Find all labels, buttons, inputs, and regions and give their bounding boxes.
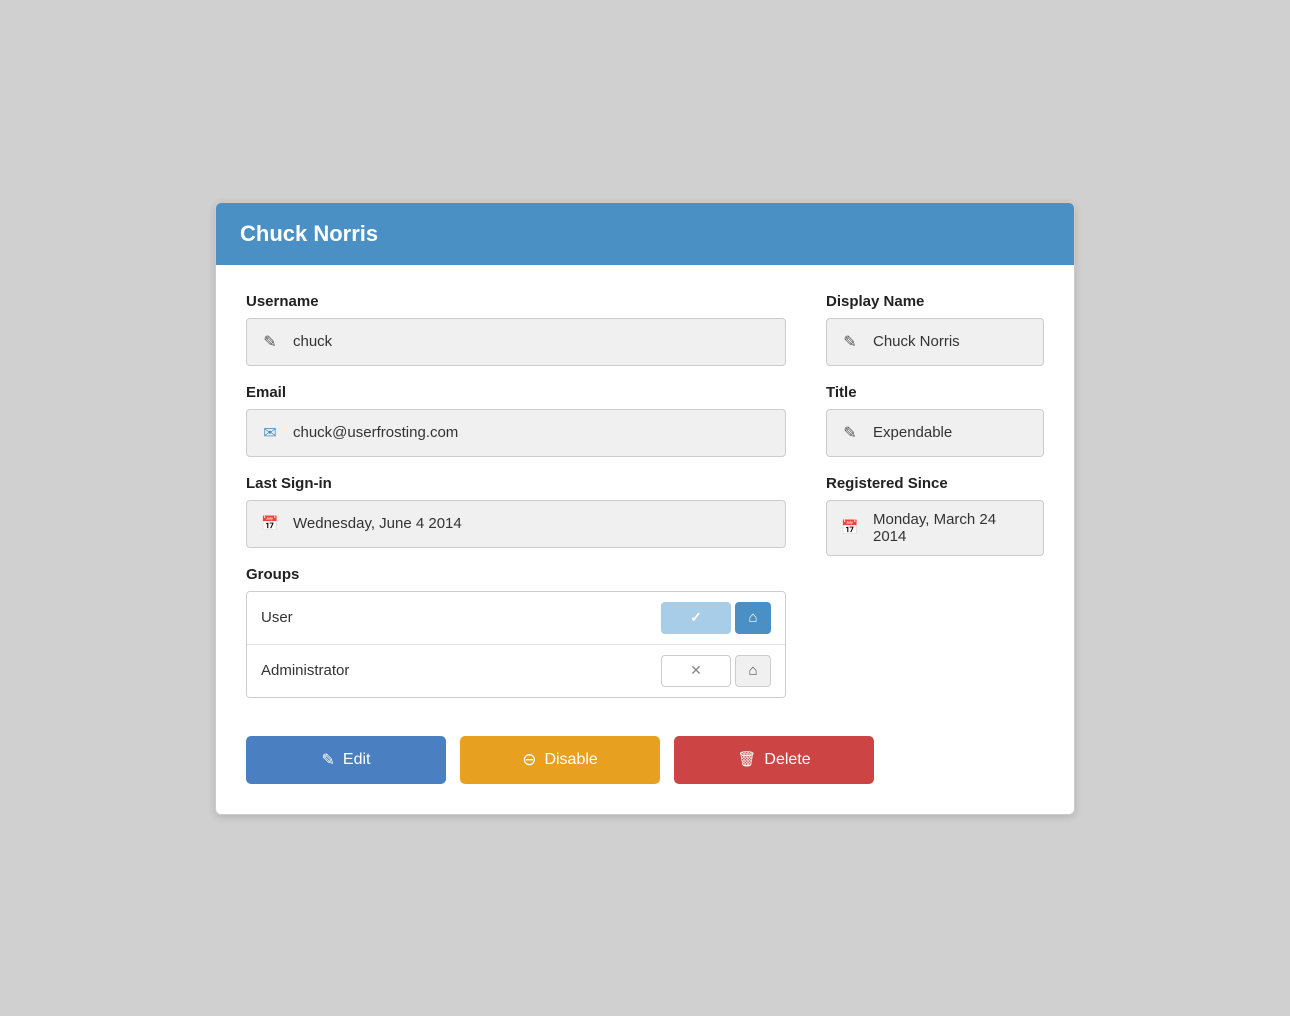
groups-label: Groups (246, 566, 786, 583)
title-value: Expendable (873, 424, 952, 441)
group-toggle-user[interactable] (661, 602, 731, 634)
group-toggle-administrator[interactable] (661, 655, 731, 687)
username-value: chuck (293, 333, 332, 350)
display-name-edit-icon (839, 332, 861, 352)
email-icon (259, 423, 281, 443)
card-header: Chuck Norris (216, 203, 1074, 265)
group-actions-administrator (661, 655, 771, 687)
last-signin-value: Wednesday, June 4 2014 (293, 515, 462, 532)
email-field-group: Email chuck@userfrosting.com (246, 384, 786, 457)
registered-since-input: Monday, March 24 2014 (826, 500, 1044, 556)
last-signin-calendar-icon (259, 515, 281, 533)
title-label: Title (826, 384, 1044, 401)
username-label: Username (246, 293, 786, 310)
group-home-user[interactable] (735, 602, 771, 634)
edit-button-icon (322, 750, 335, 770)
check-icon (690, 609, 702, 626)
title-field-group: Title Expendable (826, 384, 1044, 457)
display-name-field-group: Display Name Chuck Norris (826, 293, 1044, 366)
disable-button-label: Disable (544, 751, 597, 769)
registered-since-label: Registered Since (826, 475, 1044, 492)
display-name-label: Display Name (826, 293, 1044, 310)
display-name-input: Chuck Norris (826, 318, 1044, 366)
disable-button-icon (522, 750, 536, 770)
registered-since-value: Monday, March 24 2014 (873, 511, 1031, 545)
group-row-user: User (247, 592, 785, 645)
disable-button[interactable]: Disable (460, 736, 660, 784)
registered-since-field-group: Registered Since Monday, March 24 2014 (826, 475, 1044, 556)
home-icon-user (748, 609, 757, 626)
left-column: Username chuck Email chuck@userfrosting.… (246, 293, 786, 726)
username-input: chuck (246, 318, 786, 366)
email-value: chuck@userfrosting.com (293, 424, 458, 441)
username-field-group: Username chuck (246, 293, 786, 366)
card-title: Chuck Norris (240, 221, 1050, 247)
groups-field-group: Groups User (246, 566, 786, 698)
delete-button-label: Delete (764, 751, 810, 769)
last-signin-field-group: Last Sign-in Wednesday, June 4 2014 (246, 475, 786, 548)
group-name-administrator: Administrator (261, 662, 661, 679)
last-signin-label: Last Sign-in (246, 475, 786, 492)
edit-button[interactable]: Edit (246, 736, 446, 784)
group-actions-user (661, 602, 771, 634)
username-edit-icon (259, 332, 281, 352)
groups-table: User Admini (246, 591, 786, 698)
user-profile-card: Chuck Norris Username chuck Email chuck@… (215, 202, 1075, 815)
group-name-user: User (261, 609, 661, 626)
edit-button-label: Edit (343, 751, 371, 769)
home-icon-administrator (748, 662, 757, 679)
right-column: Display Name Chuck Norris Title Expendab… (826, 293, 1044, 726)
group-home-administrator[interactable] (735, 655, 771, 687)
last-signin-input: Wednesday, June 4 2014 (246, 500, 786, 548)
title-edit-icon (839, 423, 861, 443)
times-icon (690, 662, 702, 679)
registered-since-calendar-icon (839, 519, 861, 537)
action-buttons: Edit Disable Delete (246, 736, 1044, 784)
group-row-administrator: Administrator (247, 645, 785, 697)
delete-button[interactable]: Delete (674, 736, 874, 784)
display-name-value: Chuck Norris (873, 333, 960, 350)
title-input: Expendable (826, 409, 1044, 457)
card-body: Username chuck Email chuck@userfrosting.… (216, 265, 1074, 814)
email-input: chuck@userfrosting.com (246, 409, 786, 457)
fields-grid: Username chuck Email chuck@userfrosting.… (246, 293, 1044, 726)
email-label: Email (246, 384, 786, 401)
delete-button-icon (737, 750, 756, 769)
